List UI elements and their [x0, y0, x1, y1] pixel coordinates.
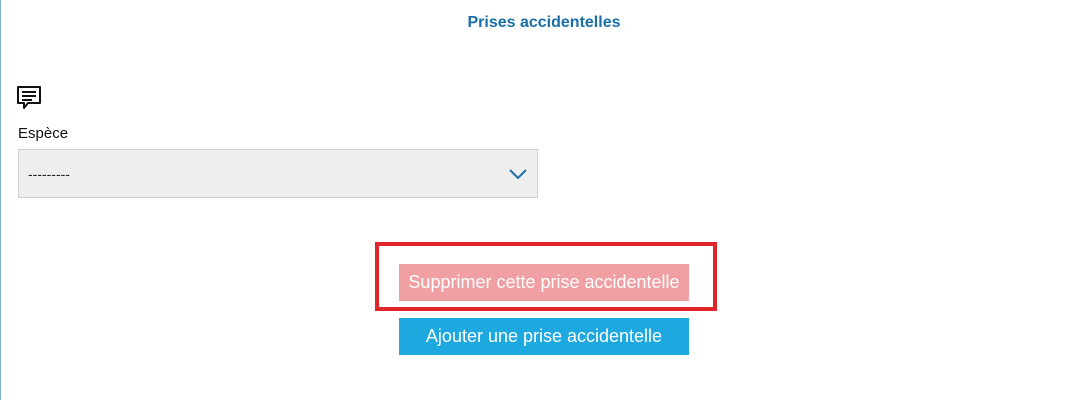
comment-icon[interactable]	[16, 85, 42, 111]
add-bycatch-button[interactable]: Ajouter une prise accidentelle	[399, 318, 689, 355]
species-label: Espèce	[18, 125, 69, 142]
species-select-value: ---------	[28, 166, 70, 182]
section-title: Prises accidentelles	[467, 14, 621, 31]
page: Prises accidentelles Espèce --------- Su…	[0, 0, 1082, 400]
delete-bycatch-button[interactable]: Supprimer cette prise accidentelle	[399, 264, 689, 301]
chevron-down-icon	[509, 167, 527, 180]
species-select[interactable]: ---------	[18, 149, 538, 198]
